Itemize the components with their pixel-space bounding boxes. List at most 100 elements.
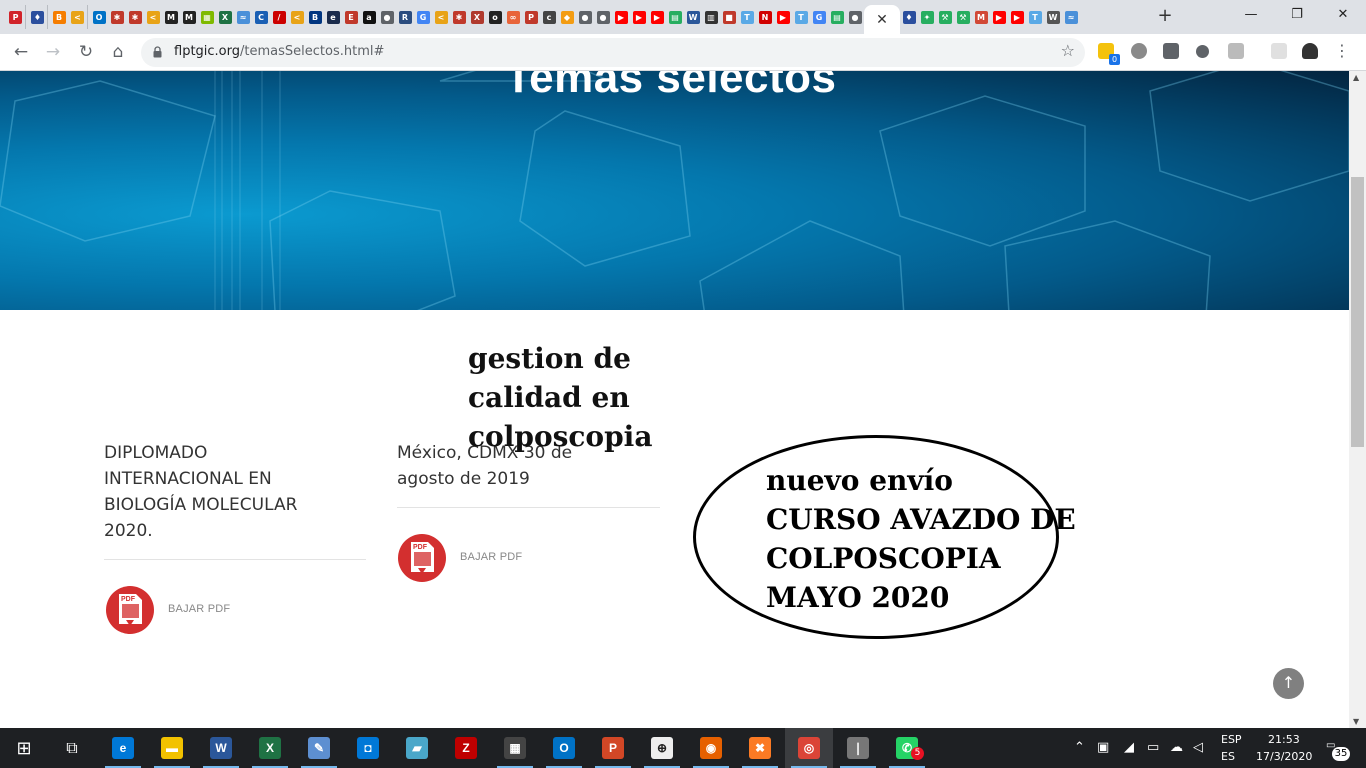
tab[interactable]: ✱ xyxy=(126,5,144,29)
record-icon[interactable] xyxy=(1196,45,1209,58)
tab[interactable]: ≈ xyxy=(1062,5,1080,29)
page-scrollbar[interactable]: ▲ ▼ xyxy=(1349,71,1366,728)
tab[interactable]: < xyxy=(144,5,162,29)
tab[interactable]: B xyxy=(50,5,68,29)
skype-icon[interactable] xyxy=(1131,43,1147,59)
minimize-button[interactable]: — xyxy=(1228,0,1274,30)
scroll-down-arrow-icon[interactable]: ▼ xyxy=(1353,717,1359,726)
task-view-button[interactable]: ⧉ xyxy=(48,728,96,768)
tray-app-icon[interactable]: ▣ xyxy=(1097,740,1109,755)
tab[interactable]: P xyxy=(6,5,26,29)
taskbar-app-filezilla[interactable]: Z xyxy=(442,728,490,768)
tab[interactable]: c xyxy=(540,5,558,29)
tab[interactable]: W xyxy=(684,5,702,29)
tab[interactable]: ▶ xyxy=(630,5,648,29)
tab[interactable]: W xyxy=(1044,5,1062,29)
tab[interactable]: T xyxy=(1026,5,1044,29)
tab[interactable]: a xyxy=(360,5,378,29)
new-tab-button[interactable]: + xyxy=(1155,6,1175,26)
bookmark-star-icon[interactable]: ☆ xyxy=(1061,41,1075,60)
battery-icon[interactable]: ▭ xyxy=(1147,740,1159,755)
clock-date[interactable]: 17/3/2020 xyxy=(1256,750,1312,763)
tab[interactable]: T xyxy=(738,5,756,29)
tab[interactable]: ● xyxy=(378,5,396,29)
tab[interactable]: ▶ xyxy=(1008,5,1026,29)
taskbar-app-magnifier[interactable]: ⊕ xyxy=(638,728,686,768)
pdf-download-icon[interactable]: PDF xyxy=(105,585,155,635)
tab[interactable]: ◆ xyxy=(558,5,576,29)
penguin-icon[interactable] xyxy=(1302,43,1318,59)
taskbar-app-file-explorer[interactable]: ▬ xyxy=(148,728,196,768)
tab[interactable]: ▶ xyxy=(990,5,1008,29)
reader-icon[interactable] xyxy=(1228,43,1244,59)
taskbar-app-calculator[interactable]: ▦ xyxy=(491,728,539,768)
tab[interactable]: ▶ xyxy=(648,5,666,29)
tab[interactable]: M xyxy=(972,5,990,29)
keyboard-layout[interactable]: ES xyxy=(1221,750,1235,763)
tab[interactable]: ⚒ xyxy=(936,5,954,29)
tab[interactable]: M xyxy=(162,5,180,29)
taskbar-app-outlook[interactable]: O xyxy=(540,728,588,768)
volume-icon[interactable]: ◁ xyxy=(1193,740,1203,755)
tab[interactable]: C xyxy=(252,5,270,29)
tab[interactable]: ● xyxy=(594,5,612,29)
tab[interactable]: < xyxy=(288,5,306,29)
tab[interactable]: O xyxy=(90,5,108,29)
tab[interactable]: / xyxy=(270,5,288,29)
back-button[interactable]: ← xyxy=(8,40,34,64)
scroll-up-arrow-icon[interactable]: ▲ xyxy=(1353,73,1359,82)
tab[interactable]: G xyxy=(810,5,828,29)
close-window-button[interactable]: ✕ xyxy=(1320,0,1366,30)
tab[interactable]: X xyxy=(468,5,486,29)
maximize-button[interactable]: ❐ xyxy=(1274,0,1320,30)
onedrive-icon[interactable]: ☁ xyxy=(1170,740,1183,755)
tab[interactable]: ● xyxy=(576,5,594,29)
tab[interactable]: N xyxy=(756,5,774,29)
help-icon[interactable] xyxy=(1163,43,1179,59)
taskbar-app-excel[interactable]: X xyxy=(246,728,294,768)
list-icon[interactable] xyxy=(1271,43,1287,59)
download-pdf-link[interactable]: BAJAR PDF xyxy=(168,603,230,615)
home-button[interactable]: ⌂ xyxy=(105,40,131,64)
download-pdf-link[interactable]: BAJAR PDF xyxy=(460,551,522,563)
taskbar-app-store[interactable]: ◘ xyxy=(344,728,392,768)
tab[interactable]: ▤ xyxy=(828,5,846,29)
close-tab-icon[interactable]: ✕ xyxy=(876,12,888,28)
tab[interactable]: ∞ xyxy=(504,5,522,29)
tab[interactable]: ▥ xyxy=(702,5,720,29)
taskbar-app-firefox[interactable]: ◉ xyxy=(687,728,735,768)
start-button[interactable]: ⊞ xyxy=(0,728,48,768)
language-indicator[interactable]: ESP xyxy=(1221,733,1242,746)
network-icon[interactable]: ◢ xyxy=(1124,740,1134,755)
tab[interactable]: M xyxy=(180,5,198,29)
tab[interactable]: ♦ xyxy=(900,5,918,29)
tab[interactable]: P xyxy=(522,5,540,29)
tab[interactable]: B xyxy=(306,5,324,29)
tab[interactable]: ⚒ xyxy=(954,5,972,29)
lock-icon[interactable] xyxy=(153,46,162,58)
tab[interactable]: R xyxy=(396,5,414,29)
taskbar-app-notes[interactable]: ▰ xyxy=(393,728,441,768)
tab[interactable]: ▶ xyxy=(774,5,792,29)
tab[interactable]: < xyxy=(68,5,88,29)
tab[interactable]: ▶ xyxy=(612,5,630,29)
tab[interactable]: e xyxy=(324,5,342,29)
tab[interactable]: ≈ xyxy=(234,5,252,29)
active-tab[interactable]: ✕ xyxy=(864,5,900,34)
scroll-thumb[interactable] xyxy=(1351,177,1364,447)
tab[interactable]: ✱ xyxy=(108,5,126,29)
reload-button[interactable]: ↻ xyxy=(73,40,99,64)
tab[interactable]: < xyxy=(432,5,450,29)
tab[interactable]: ● xyxy=(846,5,864,29)
back-to-top-button[interactable]: ↑ xyxy=(1273,668,1304,699)
taskbar-app-terminal[interactable]: ❘ xyxy=(834,728,882,768)
taskbar-app-word[interactable]: W xyxy=(197,728,245,768)
tab[interactable]: ✱ xyxy=(450,5,468,29)
taskbar-app-edge[interactable]: e xyxy=(99,728,147,768)
taskbar-app-paint[interactable]: ✎ xyxy=(295,728,343,768)
tab[interactable]: ▤ xyxy=(666,5,684,29)
tab[interactable]: ♦ xyxy=(28,5,48,29)
taskbar-app-whatsapp[interactable]: ✆ 5 xyxy=(883,728,931,768)
tab[interactable]: G xyxy=(414,5,432,29)
tab[interactable]: T xyxy=(792,5,810,29)
